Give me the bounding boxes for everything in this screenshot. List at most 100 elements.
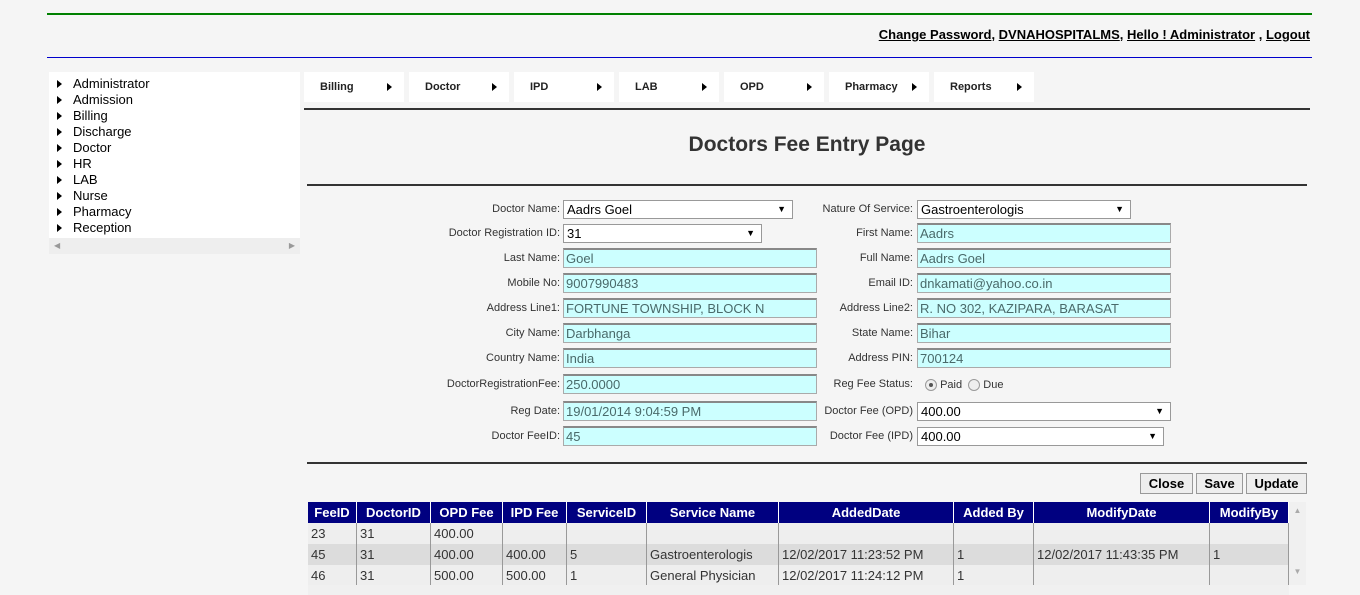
arrow-right-icon (492, 83, 497, 91)
reg-date-label: Reg Date: (510, 405, 560, 417)
table-cell: 400.00 (430, 523, 503, 544)
menu-label: OPD (740, 81, 764, 93)
menu-doctor[interactable]: Doctor (409, 72, 509, 102)
menu-opd[interactable]: OPD (724, 72, 824, 102)
table-cell: 31 (356, 544, 431, 565)
expand-icon (57, 176, 62, 184)
mobile-label: Mobile No: (507, 277, 560, 289)
expand-icon (57, 144, 62, 152)
grid-vertical-scrollbar[interactable]: ▲ ▼ (1289, 502, 1306, 585)
sidebar-item-admission[interactable]: Admission (57, 92, 300, 108)
update-button[interactable]: Update (1246, 473, 1307, 494)
menu-label: LAB (635, 81, 658, 93)
expand-icon (57, 160, 62, 168)
last-name-label: Last Name: (503, 252, 560, 264)
hello-user-link[interactable]: Hello ! Administrator (1127, 27, 1255, 42)
table-cell (1033, 523, 1210, 544)
change-password-link[interactable]: Change Password (879, 27, 992, 42)
email-input[interactable]: dnkamati@yahoo.co.in (917, 273, 1171, 293)
sidebar-item-label: Billing (73, 108, 108, 123)
grid-horizontal-scrollbar[interactable] (308, 585, 1289, 595)
table-cell: 400.00 (430, 544, 503, 565)
close-button[interactable]: Close (1140, 473, 1193, 494)
arrow-right-icon (597, 83, 602, 91)
due-radio[interactable]: Due (968, 379, 1003, 392)
paid-radio[interactable]: Paid (925, 379, 962, 392)
column-header[interactable]: Added By (953, 502, 1034, 523)
radio-icon (925, 379, 937, 392)
sidebar-item-label: Reception (73, 220, 132, 235)
sidebar-item-administrator[interactable]: Administrator (57, 76, 300, 92)
selected-value: Gastroenterologis (921, 202, 1024, 217)
table-cell (1209, 565, 1289, 586)
sidebar-item-billing[interactable]: Billing (57, 108, 300, 124)
sidebar: Administrator Admission Billing Discharg… (49, 72, 300, 254)
sidebar-item-nurse[interactable]: Nurse (57, 188, 300, 204)
table-cell: 12/02/2017 11:23:52 PM (778, 544, 954, 565)
menu-reports[interactable]: Reports (934, 72, 1034, 102)
table-cell: 1 (566, 565, 647, 586)
nature-of-service-select[interactable]: Gastroenterologis ▼ (917, 200, 1131, 219)
logout-link[interactable]: Logout (1266, 27, 1310, 42)
doctor-reg-id-label: Doctor Registration ID: (448, 227, 560, 239)
table-row[interactable]: 23 31 400.00 (308, 523, 1289, 544)
sidebar-item-doctor[interactable]: Doctor (57, 140, 300, 156)
fee-ipd-select[interactable]: 400.00 ▼ (917, 427, 1164, 446)
doctor-name-label: Doctor Name: (492, 203, 560, 215)
pin-input[interactable]: 700124 (917, 348, 1171, 368)
fee-ipd-label: Doctor Fee (IPD) (829, 430, 913, 442)
sidebar-scrollbar[interactable]: ◀ ▶ (49, 238, 300, 254)
save-button[interactable]: Save (1196, 473, 1243, 494)
column-header[interactable]: Service Name (646, 502, 779, 523)
column-header[interactable]: DoctorID (356, 502, 431, 523)
selected-value: Aadrs Goel (567, 202, 633, 217)
selected-value: 400.00 (921, 404, 961, 419)
state-input[interactable]: Bihar (917, 323, 1171, 343)
table-cell (1209, 523, 1289, 544)
table-cell: 1 (953, 565, 1034, 586)
table-row[interactable]: 46 31 500.00 500.00 1 General Physician 12/02/… (308, 565, 1289, 586)
sidebar-item-label: Discharge (73, 124, 132, 139)
full-name-input[interactable]: Aadrs Goel (917, 248, 1171, 268)
column-header[interactable]: ModifyBy (1209, 502, 1289, 523)
column-header[interactable]: AddedDate (778, 502, 954, 523)
sidebar-item-label: Administrator (73, 76, 150, 91)
menu-ipd[interactable]: IPD (514, 72, 614, 102)
table-cell: 31 (356, 565, 431, 586)
fee-opd-select[interactable]: 400.00 ▼ (917, 402, 1171, 421)
arrow-right-icon (702, 83, 707, 91)
sidebar-item-hr[interactable]: HR (57, 156, 300, 172)
column-header[interactable]: OPD Fee (430, 502, 503, 523)
menu-label: Billing (320, 81, 354, 93)
first-name-input[interactable]: Aadrs (917, 223, 1171, 243)
table-cell: 12/02/2017 11:24:12 PM (778, 565, 954, 586)
sidebar-item-label: HR (73, 156, 92, 171)
menu-label: Doctor (425, 81, 461, 93)
arrow-right-icon (912, 83, 917, 91)
table-cell: 31 (356, 523, 431, 544)
column-header[interactable]: IPD Fee (502, 502, 567, 523)
column-header[interactable]: FeeID (308, 502, 357, 523)
reg-fee-status-label: Reg Fee Status: (833, 378, 914, 390)
user-header: Change Password, DVNAHOSPITALMS, Hello !… (878, 27, 1310, 42)
menu-lab[interactable]: LAB (619, 72, 719, 102)
sidebar-item-reception[interactable]: Reception (57, 220, 300, 236)
dropdown-arrow-icon: ▼ (1148, 431, 1157, 441)
table-cell: 1 (1209, 544, 1289, 565)
column-header[interactable]: ServiceID (566, 502, 647, 523)
column-header[interactable]: ModifyDate (1033, 502, 1210, 523)
table-cell: 5 (566, 544, 647, 565)
table-cell: 46 (308, 565, 357, 586)
sidebar-item-lab[interactable]: LAB (57, 172, 300, 188)
table-cell (646, 523, 779, 544)
email-label: Email ID: (868, 277, 913, 289)
address2-input[interactable]: R. NO 302, KAZIPARA, BARASAT (917, 298, 1171, 318)
hospital-link[interactable]: DVNAHOSPITALMS (999, 27, 1120, 42)
menu-pharmacy[interactable]: Pharmacy (829, 72, 929, 102)
sidebar-item-discharge[interactable]: Discharge (57, 124, 300, 140)
table-row[interactable]: 45 31 400.00 400.00 5 Gastroenterologis 12/02/… (308, 544, 1289, 565)
sidebar-item-label: Pharmacy (73, 204, 132, 219)
menu-billing[interactable]: Billing (304, 72, 404, 102)
sidebar-item-pharmacy[interactable]: Pharmacy (57, 204, 300, 220)
table-cell: 23 (308, 523, 357, 544)
